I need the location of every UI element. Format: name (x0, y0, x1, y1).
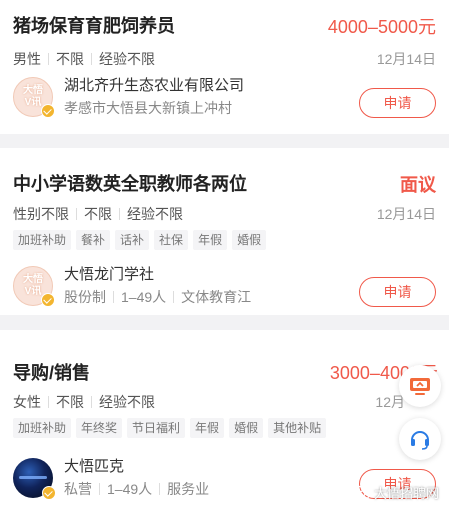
customer-service-button[interactable] (399, 418, 441, 460)
job-card[interactable]: 猪场保育育肥饲养员 4000–5000元 男性 不限 经验不限 12月14日 大悟 V… (0, 0, 449, 134)
req-experience: 经验不限 (99, 51, 155, 67)
benefit-tag: 年终奖 (76, 418, 123, 438)
watermark: 大悟招聘网 (351, 483, 439, 502)
req-education: 不限 (84, 206, 112, 222)
job-requirements: 男性 不限 经验不限 (13, 49, 155, 69)
req-gender: 男性 (13, 51, 41, 67)
benefit-tag: 节日福利 (127, 418, 186, 438)
apply-button[interactable]: 申请 (359, 88, 436, 118)
benefit-tag: 加班补助 (13, 418, 72, 438)
verified-badge-icon (41, 293, 55, 307)
company-block[interactable]: 大悟 V讯 湖北齐升生态农业有限公司 孝感市大悟县大新镇上冲村 (13, 76, 244, 118)
req-education: 不限 (56, 51, 84, 67)
benefit-tag: 婚假 (232, 230, 267, 250)
benefit-tag: 年假 (190, 418, 225, 438)
job-requirements: 性别不限 不限 经验不限 (13, 204, 183, 224)
company-block[interactable]: 大悟匹克 私营 1–49人 服务业 (13, 457, 209, 500)
benefit-tag: 其他补贴 (268, 418, 327, 438)
headset-icon (411, 431, 429, 450)
apply-button[interactable]: 申请 (359, 277, 436, 307)
benefit-tags: 加班补助 年终奖 节日福利 年假 婚假 其他补贴 (13, 418, 327, 438)
company-ownership: 股份制 (64, 289, 106, 305)
watermark-text: 大悟招聘网 (373, 486, 439, 501)
company-meta: 孝感市大悟县大新镇上冲村 (64, 98, 244, 118)
company-size: 1–49人 (121, 289, 167, 305)
company-industry: 服务业 (167, 481, 210, 497)
company-logo: 大悟 V讯 (13, 77, 55, 118)
benefit-tag: 婚假 (229, 418, 264, 438)
req-gender: 性别不限 (13, 206, 69, 222)
company-ownership: 私营 (64, 481, 92, 497)
screen-share-button[interactable] (399, 365, 441, 407)
req-experience: 经验不限 (127, 206, 183, 222)
company-logo (13, 458, 56, 500)
job-title: 猪场保育育肥饲养员 (13, 16, 175, 36)
benefit-tag: 话补 (115, 230, 150, 250)
company-block[interactable]: 大悟 V讯 大悟龙门学社 股份制 1–49人 文体教育江 (13, 265, 251, 307)
benefit-tag: 餐补 (76, 230, 111, 250)
job-salary: 4000–5000元 (327, 17, 436, 37)
job-title: 中小学语数英全职教师各两位 (13, 174, 247, 194)
verified-badge-icon (42, 486, 56, 500)
company-name: 湖北齐升生态农业有限公司 (64, 77, 245, 94)
benefit-tag: 年假 (193, 230, 228, 250)
company-name: 大悟匹克 (64, 458, 125, 475)
req-gender: 女性 (13, 394, 41, 410)
wechat-icon (351, 485, 370, 500)
company-industry: 文体教育江 (181, 289, 252, 305)
benefit-tag: 加班补助 (13, 230, 72, 250)
post-date: 12月14日 (376, 51, 436, 67)
company-meta: 私营 1–49人 服务业 (64, 479, 209, 499)
job-title: 导购/销售 (13, 363, 91, 383)
post-date: 12月14日 (376, 206, 436, 222)
company-meta: 股份制 1–49人 文体教育江 (64, 287, 251, 307)
verified-badge-icon (41, 104, 55, 118)
logo-graphic (19, 476, 47, 479)
company-address: 孝感市大悟县大新镇上冲村 (64, 100, 232, 116)
benefit-tags: 加班补助 餐补 话补 社保 年假 婚假 (13, 230, 267, 250)
company-logo: 大悟 V讯 (13, 266, 55, 307)
req-education: 不限 (56, 394, 84, 410)
company-name: 大悟龙门学社 (64, 266, 155, 283)
benefit-tag: 社保 (154, 230, 189, 250)
screen-share-icon (410, 378, 430, 395)
job-salary: 面议 (400, 175, 436, 195)
req-experience: 经验不限 (99, 394, 155, 410)
job-card[interactable]: 中小学语数英全职教师各两位 面议 性别不限 不限 经验不限 12月14日 加班补助 … (0, 148, 449, 315)
job-requirements: 女性 不限 经验不限 (13, 392, 155, 412)
company-size: 1–49人 (107, 481, 153, 497)
